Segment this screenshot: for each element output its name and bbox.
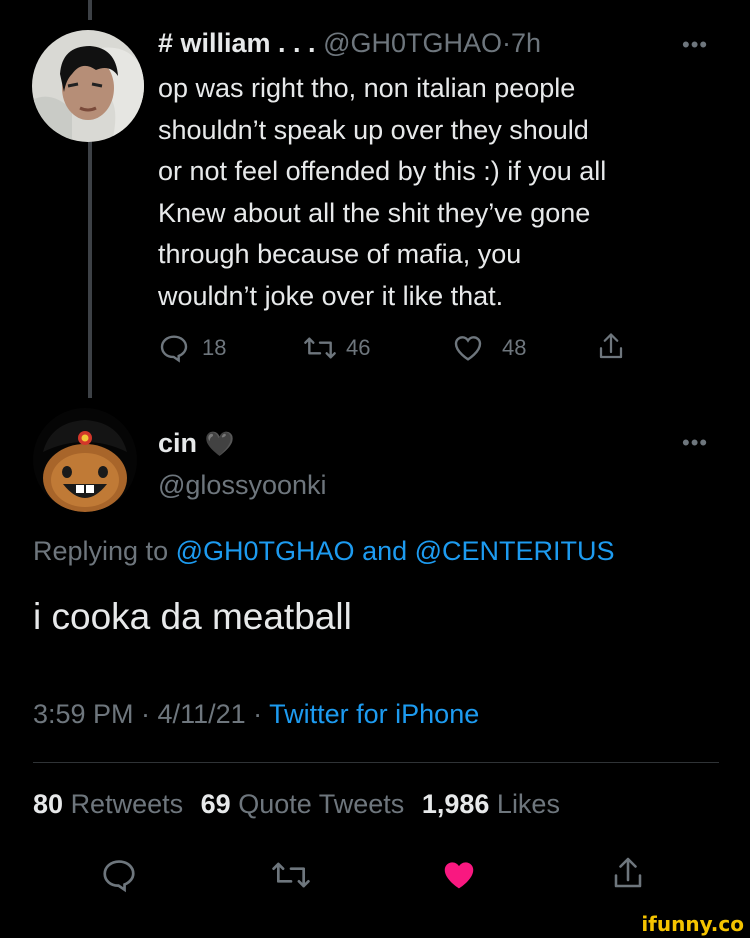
retweet-button[interactable] [270,856,312,894]
tweet-line: or not feel offended by this :) if you a… [158,156,607,186]
source-link[interactable]: Twitter for iPhone [269,699,479,729]
likes-label: Likes [496,789,560,819]
tweet-meta: 3:59 PM · 4/11/21 · Twitter for iPhone [33,699,479,730]
and-word: and [362,536,408,566]
display-name[interactable]: cin [158,428,197,458]
like-icon [452,332,484,364]
display-name-row: cin 🖤 [158,428,234,459]
tweet-line: through because of mafia, you [158,239,522,269]
avatar[interactable] [33,408,137,512]
thread-line [88,140,92,398]
avatar[interactable] [32,30,144,142]
share-button[interactable] [596,330,626,364]
tweet-line: shouldn’t speak up over they should [158,114,589,145]
tweet-body: op was right tho, non italian people sho… [158,68,606,317]
tweet-text: i cooka da meatball [33,596,352,637]
retweet-button[interactable]: 46 [302,332,370,364]
like-button[interactable]: 48 [452,332,526,364]
reply-icon [158,332,190,364]
share-icon [610,854,646,894]
tweet-line: wouldn’t joke over it like that. [158,280,504,311]
mention-link[interactable]: @CENTERITUS [415,536,615,566]
quotes-count: 69 [200,789,231,819]
separator: · [502,28,512,58]
reply-button[interactable] [100,856,138,894]
replying-to: Replying to @GH0TGHAO and @CENTERITUS [33,536,615,567]
like-count: 48 [502,335,527,360]
likes-stat[interactable]: 1,986 Likes [422,789,560,819]
likes-count: 1,986 [421,789,490,819]
retweet-icon [270,856,312,894]
timestamp[interactable]: 7h [511,28,541,58]
like-icon [440,856,478,894]
thread-line [88,0,92,20]
timestamp: 3:59 PM · 4/11/21 · [33,699,263,729]
mention-link[interactable]: @GH0TGHAO [176,536,355,566]
handle[interactable]: @GH0TGHAO [323,28,502,58]
replying-prefix: Replying to [33,536,169,566]
retweets-stat[interactable]: 80 Retweets [33,789,191,819]
reply-icon [100,856,138,894]
tweet-header: # william . . . @GH0TGHAO·7h [158,28,541,59]
more-icon[interactable]: ••• [682,32,708,58]
quotes-label: Quote Tweets [238,789,405,819]
share-button[interactable] [610,854,646,894]
black-heart-emoji: 🖤 [204,431,235,458]
watermark: ifunny.co [641,912,744,936]
retweet-icon [302,332,338,364]
handle[interactable]: @glossyoonki [158,470,327,501]
display-name[interactable]: # william . . . [158,28,316,58]
tweet-line: Knew about all the shit they’ve gone [158,197,591,228]
share-icon [596,330,626,364]
like-button[interactable] [440,856,478,894]
more-icon[interactable]: ••• [682,430,708,456]
retweets-label: Retweets [70,789,184,819]
quotes-stat[interactable]: 69 Quote Tweets [201,789,412,819]
reply-button[interactable]: 18 [158,332,226,364]
retweets-count: 80 [33,789,64,819]
retweet-count: 46 [346,335,371,360]
engagement-stats: 80 Retweets 69 Quote Tweets 1,986 Likes [33,789,560,820]
tweet-line: op was right tho, non italian people [158,73,576,103]
divider [33,762,719,763]
reply-count: 18 [202,335,227,360]
